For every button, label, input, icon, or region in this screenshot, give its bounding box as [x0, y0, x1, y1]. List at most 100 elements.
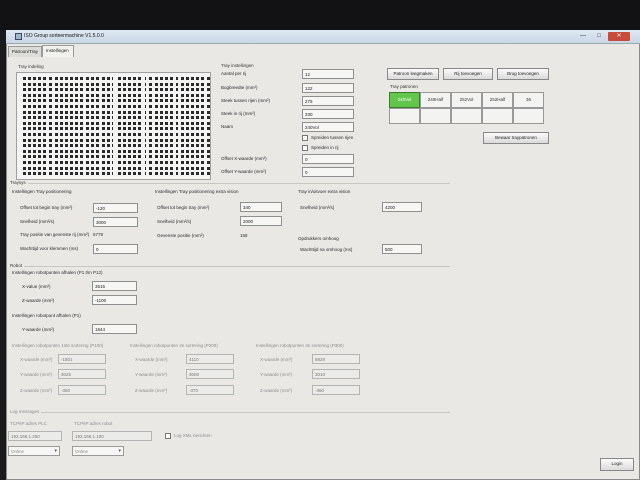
steek-tussen-rijen-input[interactable]: 275 [302, 96, 354, 106]
maximize-button[interactable]: □ [592, 32, 606, 41]
tray-dot [186, 99, 190, 103]
close-button[interactable]: ✕ [608, 32, 630, 41]
tray-dot [28, 77, 32, 80]
offset-begin-tray-input[interactable]: -120 [93, 203, 138, 213]
sortering1-x-input[interactable]: -1501 [58, 354, 106, 364]
tray-dot [28, 121, 32, 125]
tray-dot [28, 116, 32, 120]
tray-dot [169, 127, 173, 131]
sortering3-x-input[interactable]: 8828 [312, 354, 360, 364]
tray-dot [91, 155, 95, 159]
tray-dot [117, 116, 121, 120]
spreiden-tussen-rijen-checkbox[interactable] [302, 135, 308, 141]
tray-dot [128, 88, 131, 92]
brug-toevoegen-button[interactable]: Brug toevoegen [497, 68, 549, 80]
background-top [0, 0, 640, 30]
sortering3-y-input[interactable]: 3010 [312, 369, 360, 379]
patroon-cell-252vol[interactable]: 252Vol [451, 92, 482, 108]
patroon-cell-empty[interactable] [482, 108, 513, 124]
tray-dot [128, 161, 131, 164]
offset-x-input[interactable]: 0 [302, 154, 354, 164]
afhalen-title: Instellingen robotpunten afhalen (P1 t/m… [12, 270, 103, 275]
robot-address-input[interactable]: 192.168.1.100 [72, 431, 152, 441]
tray-dot [75, 82, 78, 86]
tray-dot [169, 121, 173, 125]
robot-status-select[interactable]: Online [72, 446, 124, 456]
plc-address-input[interactable]: 192.168.1.250 [8, 431, 62, 441]
patroon-cell-252half[interactable]: 252Half [482, 92, 513, 108]
sortering2-y-input[interactable]: 3000 [186, 369, 234, 379]
tray-dot [138, 133, 142, 136]
tray-dot [64, 77, 68, 80]
tray-dot [69, 138, 73, 142]
tray-dot [106, 172, 110, 176]
tray-dot [149, 110, 153, 114]
patroon-cell-240vol[interactable]: 240Vol [389, 92, 420, 108]
tray-dot [48, 138, 52, 142]
sortering1-y-input[interactable]: 3025 [58, 369, 106, 379]
sortering2-z-input[interactable]: -370 [186, 385, 234, 395]
tray-dot [86, 172, 90, 176]
tray-dot [201, 144, 205, 148]
tray-dot [181, 116, 184, 120]
tab-instellingen[interactable]: Instellingen [42, 45, 74, 57]
tray-dot [43, 82, 47, 86]
log-xml-checkbox[interactable] [165, 433, 171, 439]
patroon-cell-empty[interactable] [451, 108, 482, 124]
robot-z-input[interactable]: -1100 [92, 295, 137, 305]
naam-input[interactable]: 240Vol [302, 122, 354, 132]
wachttijd-klemmen-input[interactable]: 0 [93, 244, 138, 254]
snelheid-input[interactable]: 3000 [93, 217, 138, 227]
tray-dot [122, 155, 126, 159]
bugbreedte-input[interactable]: 122 [302, 83, 354, 93]
sortering3-z-input[interactable]: -360 [312, 385, 360, 395]
tray-dot [48, 88, 52, 92]
tray-dot [122, 110, 126, 114]
extra-offset-input[interactable]: 340 [240, 202, 282, 212]
sortering2-y-label: Y-waarde (mm²) [135, 372, 168, 377]
tray-dot [201, 172, 205, 176]
tray-dot [138, 77, 142, 80]
uitvoer-snelheid-input[interactable]: 4200 [382, 202, 422, 212]
tray-dot [191, 121, 195, 125]
tray-dot [96, 127, 100, 131]
tray-dot [38, 133, 42, 136]
robot-x-input[interactable]: 3515 [92, 281, 137, 291]
offset-y-input[interactable]: 0 [302, 167, 354, 177]
tab-patroon-tray[interactable]: Patroon/Tray [8, 46, 42, 57]
tray-dot [154, 82, 158, 86]
rij-toevoegen-button[interactable]: Rij toevoegen [443, 68, 493, 80]
bewaar-traypatronen-button[interactable]: Bewaar traypatronen [483, 132, 549, 144]
patroon-leegmaken-button[interactable]: Patroon leegmaken [387, 68, 439, 80]
sortering2-x-input[interactable]: 4110 [186, 354, 234, 364]
tray-dot [69, 166, 73, 170]
aantal-per-rij-input[interactable]: 12 [302, 69, 354, 79]
tray-dot [80, 88, 84, 92]
patroon-cell-empty[interactable] [513, 108, 544, 124]
minimize-button[interactable]: — [576, 32, 590, 41]
patroon-cell-empty[interactable] [389, 108, 420, 124]
robot-y-input[interactable]: 1844 [92, 324, 137, 334]
spreiden-in-rij-checkbox[interactable] [302, 145, 308, 151]
plc-status-select[interactable]: Online [8, 446, 60, 456]
tray-dot [159, 93, 163, 97]
patroon-cell-36[interactable]: 36 [513, 92, 544, 108]
tray-dot [169, 116, 173, 120]
tray-dot [117, 88, 121, 92]
tray-dot [75, 166, 78, 170]
tray-dot [133, 138, 137, 142]
opdrukkers-input[interactable]: 500 [382, 244, 422, 254]
tray-dot [43, 155, 47, 159]
login-button[interactable]: Login [600, 458, 634, 471]
tray-dot [181, 82, 184, 86]
tray-dot [149, 121, 153, 125]
steek-in-rij-input[interactable]: 330 [302, 109, 354, 119]
tray-dot [23, 127, 26, 131]
patroon-cell-240half[interactable]: 240Half [420, 92, 451, 108]
tray-dot [128, 172, 131, 176]
sortering1-z-input[interactable]: -360 [58, 385, 106, 395]
tray-dot [48, 77, 52, 80]
patroon-cell-empty[interactable] [420, 108, 451, 124]
extra-snelheid-input[interactable]: 2000 [240, 216, 282, 226]
tray-dot [64, 93, 68, 97]
